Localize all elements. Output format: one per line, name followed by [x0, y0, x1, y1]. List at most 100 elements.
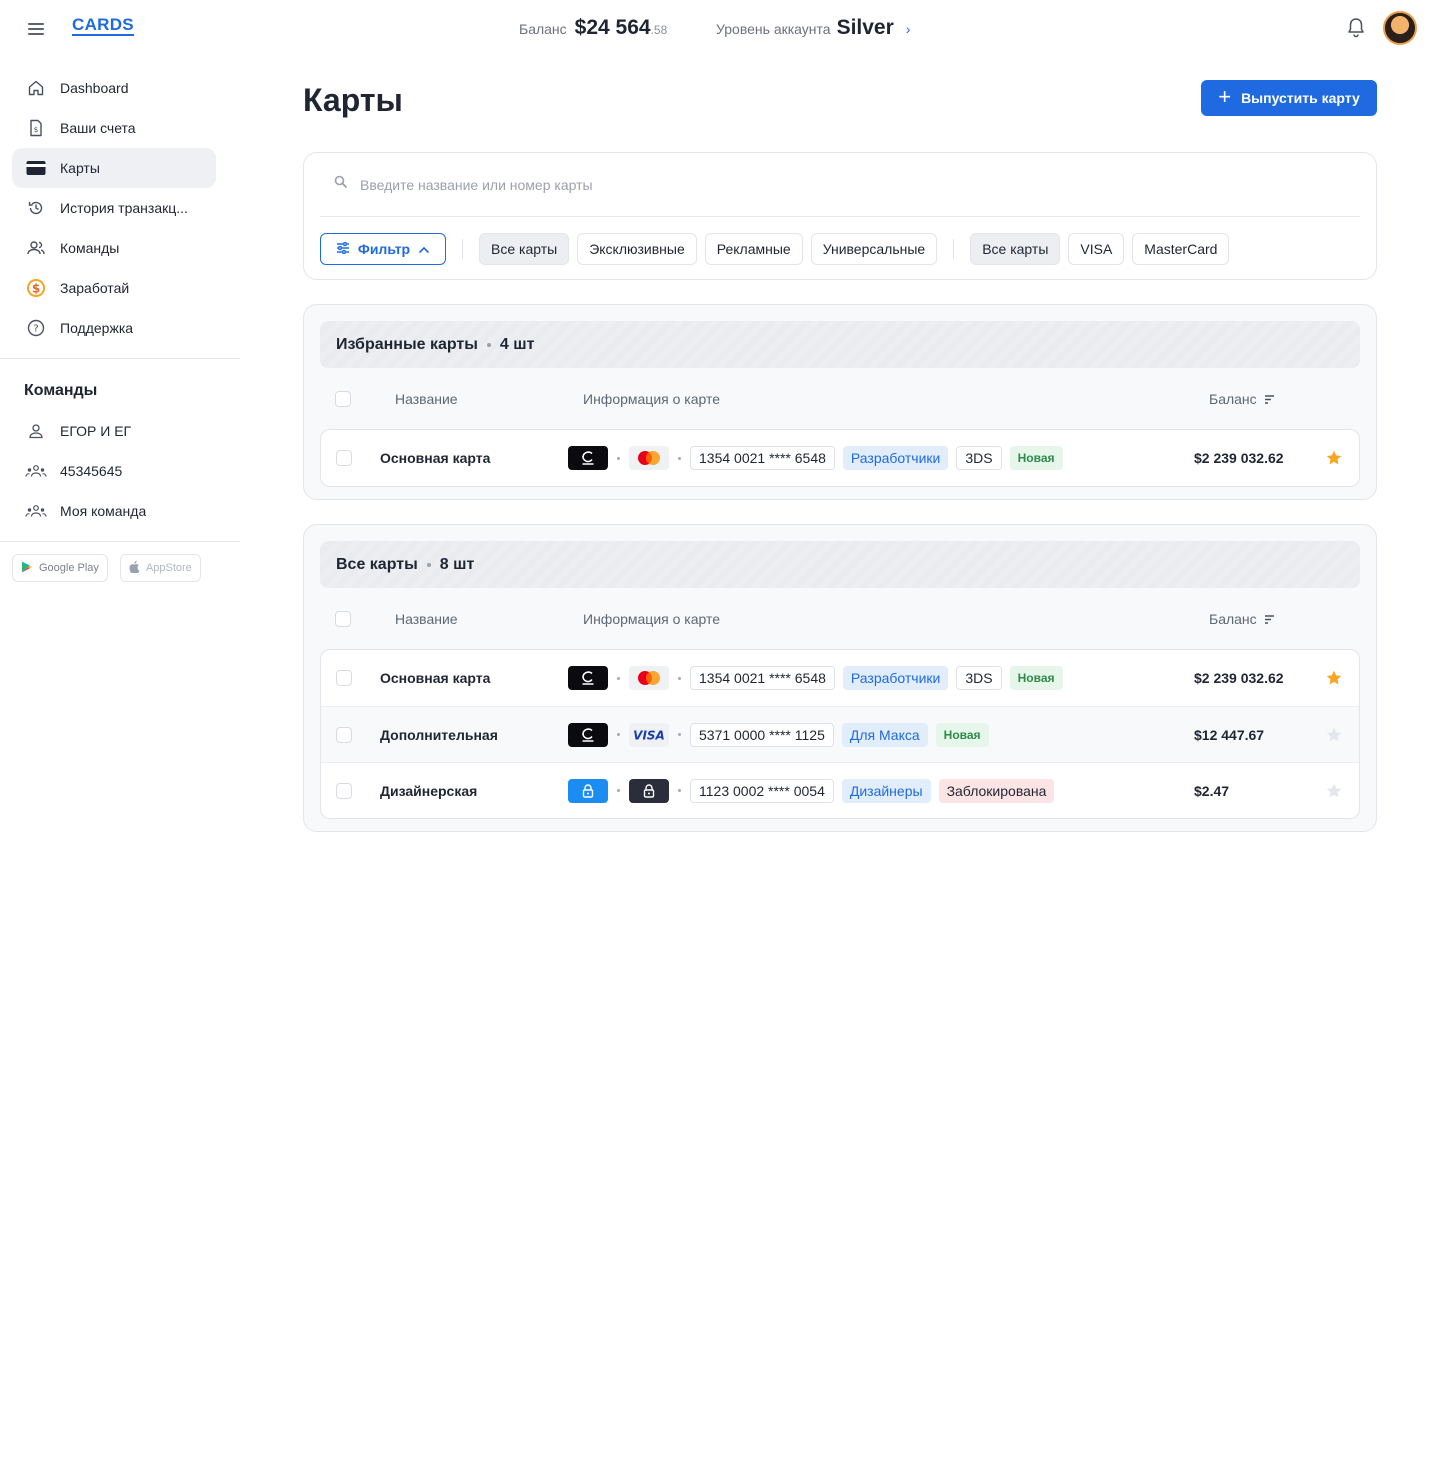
- separator-dot: [617, 733, 620, 736]
- card-type-chip[interactable]: Универсальные: [810, 233, 938, 265]
- section-title: Все карты: [336, 555, 418, 573]
- sidebar-item-accounts[interactable]: $ Ваши счета: [12, 108, 216, 148]
- history-icon: [24, 196, 48, 220]
- sidebar-item-label: Ваши счета: [60, 120, 136, 136]
- star-icon[interactable]: [1325, 726, 1343, 744]
- section-header: Все карты 8 шт: [320, 541, 1360, 588]
- user-icon: [24, 419, 48, 443]
- row-checkbox[interactable]: [336, 670, 352, 686]
- sidebar-team-item[interactable]: Моя команда: [12, 491, 216, 531]
- svg-text:VISA: VISA: [633, 729, 665, 741]
- lock-icon: [629, 778, 669, 803]
- filter-chips: Фильтр Все карты Эксклюзивные Рекламные Уни…: [320, 233, 1237, 265]
- card-balance: $2.47: [1194, 782, 1230, 799]
- sidebar-team-item[interactable]: 45345645: [12, 451, 216, 491]
- appstore-label: AppStore: [145, 562, 192, 574]
- sidebar-item-support[interactable]: ? Поддержка: [12, 308, 216, 348]
- sidebar-item-teams[interactable]: Команды: [12, 228, 216, 268]
- column-name: Название: [395, 610, 458, 627]
- sidebar-divider: [0, 358, 240, 359]
- star-icon[interactable]: [1325, 449, 1343, 467]
- separator-dot: [486, 342, 491, 347]
- star-icon[interactable]: [1325, 669, 1343, 687]
- column-info: Информация о карте: [583, 610, 721, 627]
- card-brand-icon: [568, 666, 608, 690]
- table-header: Название Информация о карте Баланс: [320, 368, 1360, 429]
- avatar[interactable]: [1383, 11, 1417, 45]
- column-balance[interactable]: Баланс: [1209, 391, 1275, 407]
- card-network-chip[interactable]: VISA: [1068, 233, 1125, 265]
- star-icon[interactable]: [1325, 782, 1343, 800]
- sidebar: Dashboard $ Ваши счета Карты История транзак…: [0, 68, 240, 582]
- table-row[interactable]: Дополнительная VISA 5371 0000 **** 1125 Для…: [321, 706, 1359, 762]
- card-network-chip[interactable]: MasterCard: [1132, 233, 1230, 265]
- sidebar-item-dashboard[interactable]: Dashboard: [12, 68, 216, 108]
- sidebar-item-label: Поддержка: [60, 320, 134, 336]
- card-type-chip[interactable]: Все карты: [479, 233, 570, 265]
- column-balance[interactable]: Баланс: [1209, 611, 1275, 627]
- issue-card-button[interactable]: + Выпустить карту: [1201, 80, 1377, 116]
- sidebar-item-history[interactable]: История транзакц...: [12, 188, 216, 228]
- select-all-checkbox[interactable]: [335, 390, 351, 407]
- bell-icon[interactable]: [1346, 17, 1366, 39]
- filter-label: Фильтр: [357, 241, 411, 257]
- menu-icon[interactable]: [26, 20, 46, 36]
- sidebar-item-earn[interactable]: $ Заработай: [12, 268, 216, 308]
- sidebar-item-label: Карты: [60, 160, 100, 176]
- card-balance: $12 447.67: [1194, 726, 1265, 743]
- mastercard-icon: [629, 666, 669, 690]
- top-bar: CARDS Баланс $24 564 .58 Уровень аккаунт…: [0, 0, 1440, 56]
- all-cards-section: Все карты 8 шт Название Информация о кар…: [303, 524, 1377, 832]
- sort-icon: [1264, 391, 1275, 407]
- sidebar-team-label: Моя команда: [60, 503, 147, 519]
- table-row[interactable]: Дизайнерская 1123 0002 **** 0054 Дизайнеры…: [321, 762, 1359, 818]
- google-play-button[interactable]: Google Play: [12, 554, 108, 582]
- sidebar-team-label: 45345645: [60, 463, 123, 479]
- google-play-label: Google Play: [39, 562, 99, 574]
- filter-button[interactable]: Фильтр: [320, 233, 446, 265]
- secure-3ds-tag: 3DS: [956, 666, 1002, 690]
- table-header: Название Информация о карте Баланс: [320, 588, 1360, 649]
- row-checkbox[interactable]: [336, 726, 352, 743]
- card-balance: $2 239 032.62: [1194, 450, 1284, 466]
- dollar-coin-icon: $: [24, 276, 48, 300]
- status-badge: Новая: [1009, 446, 1063, 470]
- lock-icon: [568, 778, 608, 803]
- card-info: 1354 0021 **** 6548 Разработчики 3DS Новая: [568, 446, 1071, 470]
- card-brand-icon: [568, 446, 608, 470]
- account-level[interactable]: Уровень аккаунта Silver ›: [716, 16, 910, 40]
- card-type-chip[interactable]: Рекламные: [704, 233, 803, 265]
- separator-dot: [678, 789, 681, 792]
- section-title: Избранные карты: [336, 335, 478, 353]
- appstore-button[interactable]: AppStore: [119, 554, 201, 582]
- sidebar-item-label: Dashboard: [60, 80, 129, 96]
- visa-icon: VISA: [629, 722, 669, 747]
- search-input[interactable]: [360, 176, 1260, 193]
- row-checkbox[interactable]: [336, 450, 352, 466]
- teams-title: Команды: [24, 382, 98, 399]
- table-row[interactable]: Основная карта 1354 0021 **** 6548 Разрабо…: [321, 650, 1359, 706]
- chip-divider: [462, 239, 463, 259]
- team-icon: [24, 499, 48, 523]
- select-all-checkbox[interactable]: [335, 610, 351, 627]
- card-network-chip[interactable]: Все карты: [970, 233, 1061, 265]
- sort-icon: [1264, 611, 1275, 627]
- card-type-chip[interactable]: Эксклюзивные: [577, 233, 697, 265]
- table-row[interactable]: Основная карта 1354 0021 **** 6548 Разрабо…: [321, 430, 1359, 486]
- search-icon: [334, 175, 348, 194]
- logo[interactable]: CARDS: [72, 16, 134, 36]
- chip-divider: [953, 239, 955, 259]
- sidebar-team-item[interactable]: ЕГОР И ЕГ: [12, 411, 216, 451]
- balance-value: $24 564: [574, 16, 651, 39]
- team-tag[interactable]: Дизайнеры: [841, 778, 931, 803]
- sidebar-item-cards[interactable]: Карты: [12, 148, 216, 188]
- sidebar-divider: [0, 541, 240, 542]
- team-tag[interactable]: Для Макса: [841, 722, 928, 747]
- team-tag[interactable]: Разработчики: [842, 666, 949, 690]
- separator-dot: [678, 676, 681, 680]
- status-badge: Новая: [935, 722, 989, 747]
- card-name: Дизайнерская: [380, 782, 478, 799]
- column-info: Информация о карте: [583, 390, 721, 407]
- team-tag[interactable]: Разработчики: [842, 446, 949, 470]
- row-checkbox[interactable]: [336, 782, 352, 799]
